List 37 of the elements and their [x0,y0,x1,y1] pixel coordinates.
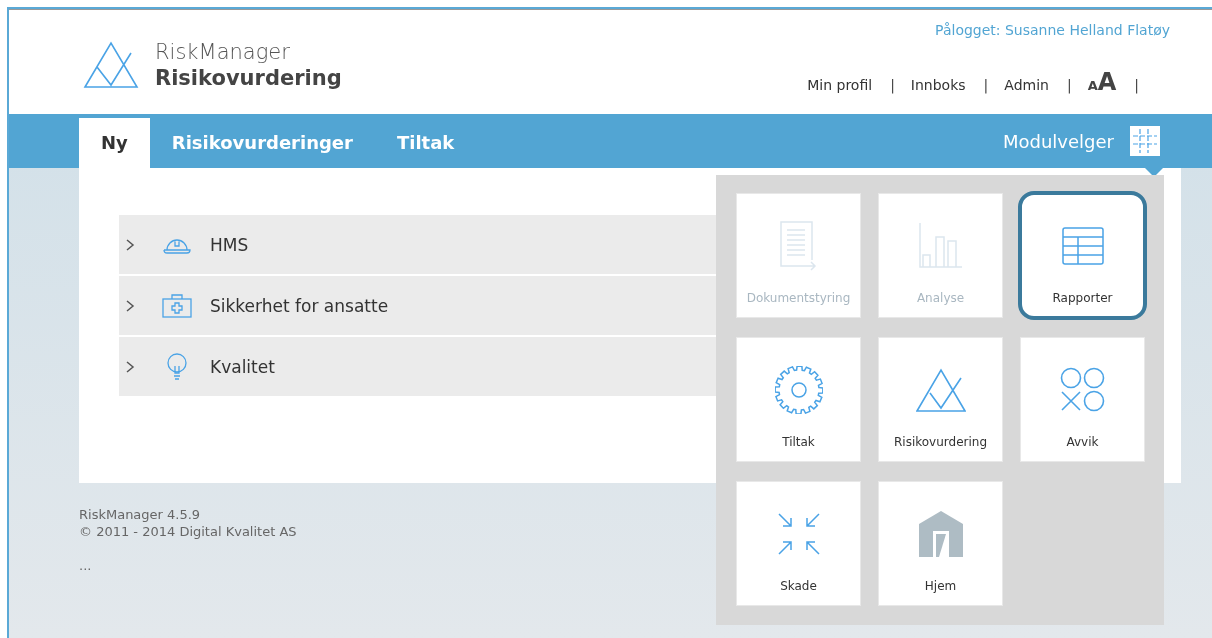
house-icon [918,510,963,557]
category-row[interactable]: HMS [119,215,719,276]
header-link[interactable]: Innboks [910,77,966,93]
first-aid-kit-icon [162,293,192,318]
document-icon [778,219,819,272]
header-link[interactable]: Min profil [807,77,873,93]
logo-icon [83,41,139,89]
category-row[interactable]: Kvalitet [119,337,719,398]
bar-chart-icon [917,222,964,269]
gear-icon [774,365,823,414]
font-decrease-button[interactable]: A [1087,78,1098,93]
logged-in-user: Pålogget: Susanne Helland Flatøy [935,22,1170,38]
more-text: ... [79,557,93,574]
separator: | [1134,77,1139,93]
module-name: Risikovurdering [155,64,342,91]
circles-and-cross-icon [1059,366,1106,413]
module-tile[interactable]: Skade [736,481,861,606]
table-icon [1061,226,1104,265]
nav-tab[interactable]: Ny [79,118,150,168]
version-text: RiskManager 4.5.9 [79,506,202,523]
module-tile[interactable]: Risikovurdering [878,337,1003,462]
module-tile[interactable]: Rapporter [1020,193,1145,318]
header-link[interactable]: Admin [1004,77,1049,93]
category-row[interactable]: Sikkerhet for ansatte [119,276,719,337]
font-increase-button[interactable]: A [1097,68,1117,96]
light-bulb-icon [166,352,188,381]
copyright-text: © 2011 - 2014 Digital Kvalitet AS [79,523,298,540]
product-name: RiskManager [155,39,291,65]
separator: | [890,77,895,93]
separator: | [983,77,989,93]
module-tile[interactable]: Avvik [1020,337,1145,462]
mountain-icon [915,367,966,412]
grid-icon[interactable] [1130,126,1160,156]
module-tile[interactable]: Tiltak [736,337,861,462]
inward-arrows-icon [776,511,821,556]
module-tile[interactable]: Hjem [878,481,1003,606]
separator: | [1066,77,1072,93]
